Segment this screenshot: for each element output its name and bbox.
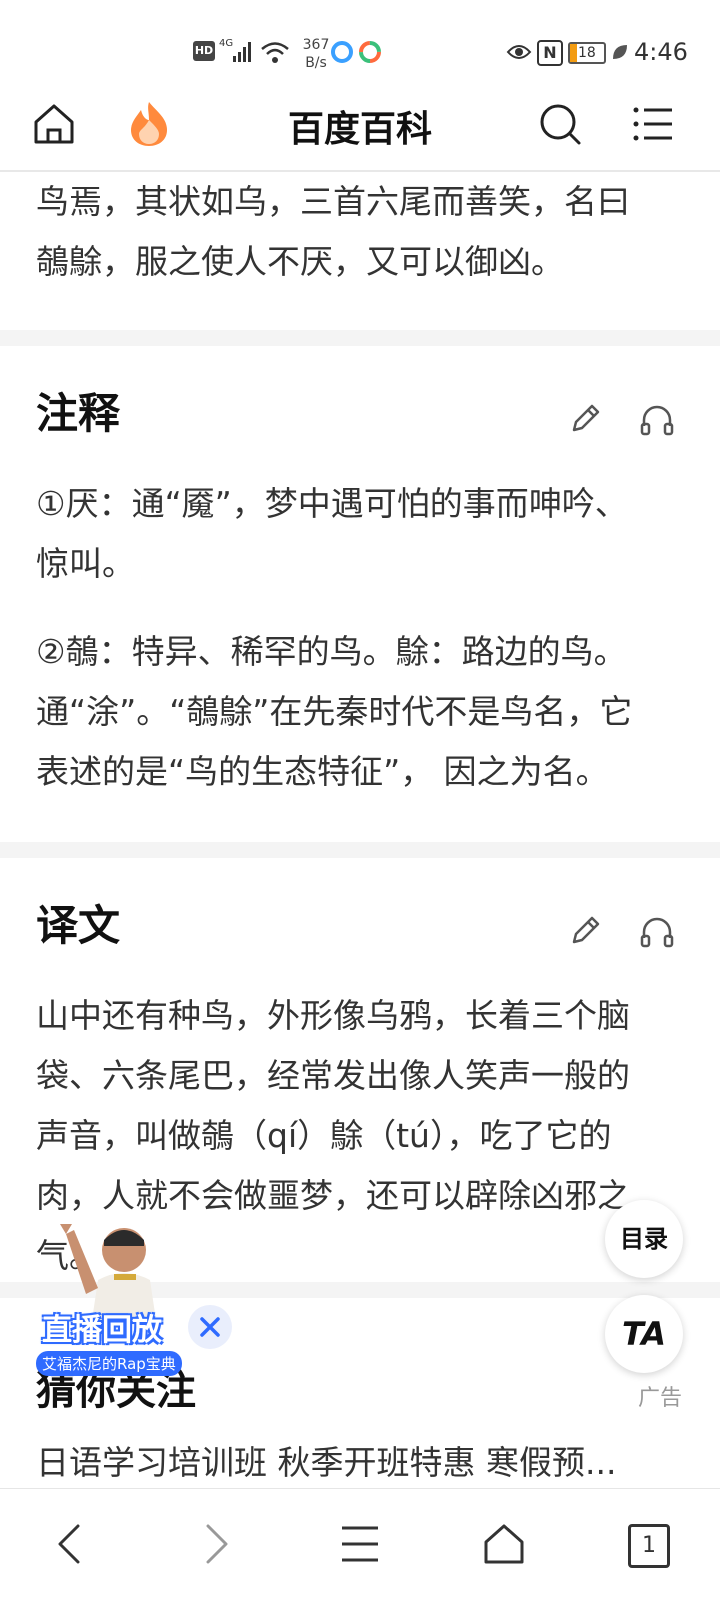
text-line: ①厌：通“魇”，梦中遇可怕的事而呻吟、	[36, 484, 628, 523]
edit-pencil-icon[interactable]	[566, 398, 606, 438]
headphones-icon[interactable]	[637, 912, 677, 952]
toc-label: 目录	[620, 1225, 668, 1253]
tabs-button[interactable]: 1	[628, 1524, 670, 1568]
page-title: 百度百科	[287, 109, 432, 150]
text-line: 山中还有种鸟，外形像乌鸦，长着三个脑	[36, 996, 630, 1035]
notes-paragraph-2: ②鵸：特异、稀罕的鸟。鵌：路边的鸟。 通“涂”。“鵸鵌”在先秦时代不是鸟名，它 …	[36, 622, 696, 802]
live-replay-title: 直播回放	[42, 1313, 162, 1348]
forward-arrow-icon[interactable]	[196, 1520, 236, 1568]
eye-icon	[506, 45, 532, 59]
article-text: 鸟焉，其状如乌，三首六尾而善笑，名曰 鵸鵌，服之使人不厌，又可以御凶。	[36, 172, 696, 292]
notes-heading: 注释	[36, 389, 121, 438]
text-line: 表述的是“鸟的生态特征”， 因之为名。	[36, 752, 609, 791]
home-nav-icon[interactable]	[482, 1520, 526, 1568]
cell-signal-icon: 4G	[219, 38, 253, 64]
section-divider	[0, 330, 720, 346]
status-bar: HD 4G 367 B/s N 18 4:46	[0, 0, 720, 95]
text-line: 鵸鵌，服之使人不厌，又可以御凶。	[36, 242, 564, 281]
menu-list-icon[interactable]	[632, 104, 674, 144]
close-live-button[interactable]	[188, 1305, 232, 1349]
live-replay-badge[interactable]: 直播回放 艾福杰尼的Rap宝典	[36, 1313, 186, 1381]
ta-button[interactable]: TA	[605, 1295, 683, 1373]
wifi-icon	[261, 42, 289, 63]
live-host-avatar[interactable]	[52, 1210, 172, 1320]
app-notification-icon	[331, 41, 353, 63]
search-icon[interactable]	[538, 102, 582, 146]
headphones-icon[interactable]	[637, 400, 677, 440]
text-line: 惊叫。	[36, 544, 135, 583]
toc-button[interactable]: 目录	[605, 1200, 683, 1278]
edit-pencil-icon[interactable]	[566, 910, 606, 950]
live-replay-subtitle: 艾福杰尼的Rap宝典	[36, 1351, 182, 1376]
text-line: 通“涂”。“鵸鵌”在先秦时代不是鸟名，它	[36, 692, 633, 731]
back-arrow-icon[interactable]	[50, 1520, 90, 1568]
hd-indicator: HD	[193, 41, 215, 61]
leaf-icon	[613, 45, 627, 59]
tab-count: 1	[642, 1533, 656, 1558]
ta-label: TA	[621, 1315, 667, 1353]
text-line: 袋、六条尾巴，经常发出像人笑声一般的	[36, 1056, 630, 1095]
translation-heading: 译文	[36, 901, 121, 950]
text-line: ②鵸：特异、稀罕的鸟。鵌：路边的鸟。	[36, 632, 627, 671]
ad-label: 广告	[638, 1386, 683, 1411]
notes-paragraph-1: ①厌：通“魇”，梦中遇可怕的事而呻吟、 惊叫。	[36, 474, 696, 594]
close-icon	[200, 1317, 220, 1337]
app-notification-icon-2	[359, 41, 381, 63]
recommend-item[interactable]: 日语学习培训班 秋季开班特惠 寒假预...	[36, 1438, 696, 1488]
menu-icon[interactable]	[338, 1524, 382, 1564]
nfc-icon: N	[537, 40, 563, 66]
text-line: 声音，叫做鵸（qí）鵌（tú），吃了它的	[36, 1116, 612, 1155]
text-line: 鸟焉，其状如乌，三首六尾而善笑，名曰	[36, 182, 630, 221]
section-divider	[0, 842, 720, 858]
battery-icon: 18	[568, 42, 606, 64]
clock: 4:46	[634, 38, 688, 66]
